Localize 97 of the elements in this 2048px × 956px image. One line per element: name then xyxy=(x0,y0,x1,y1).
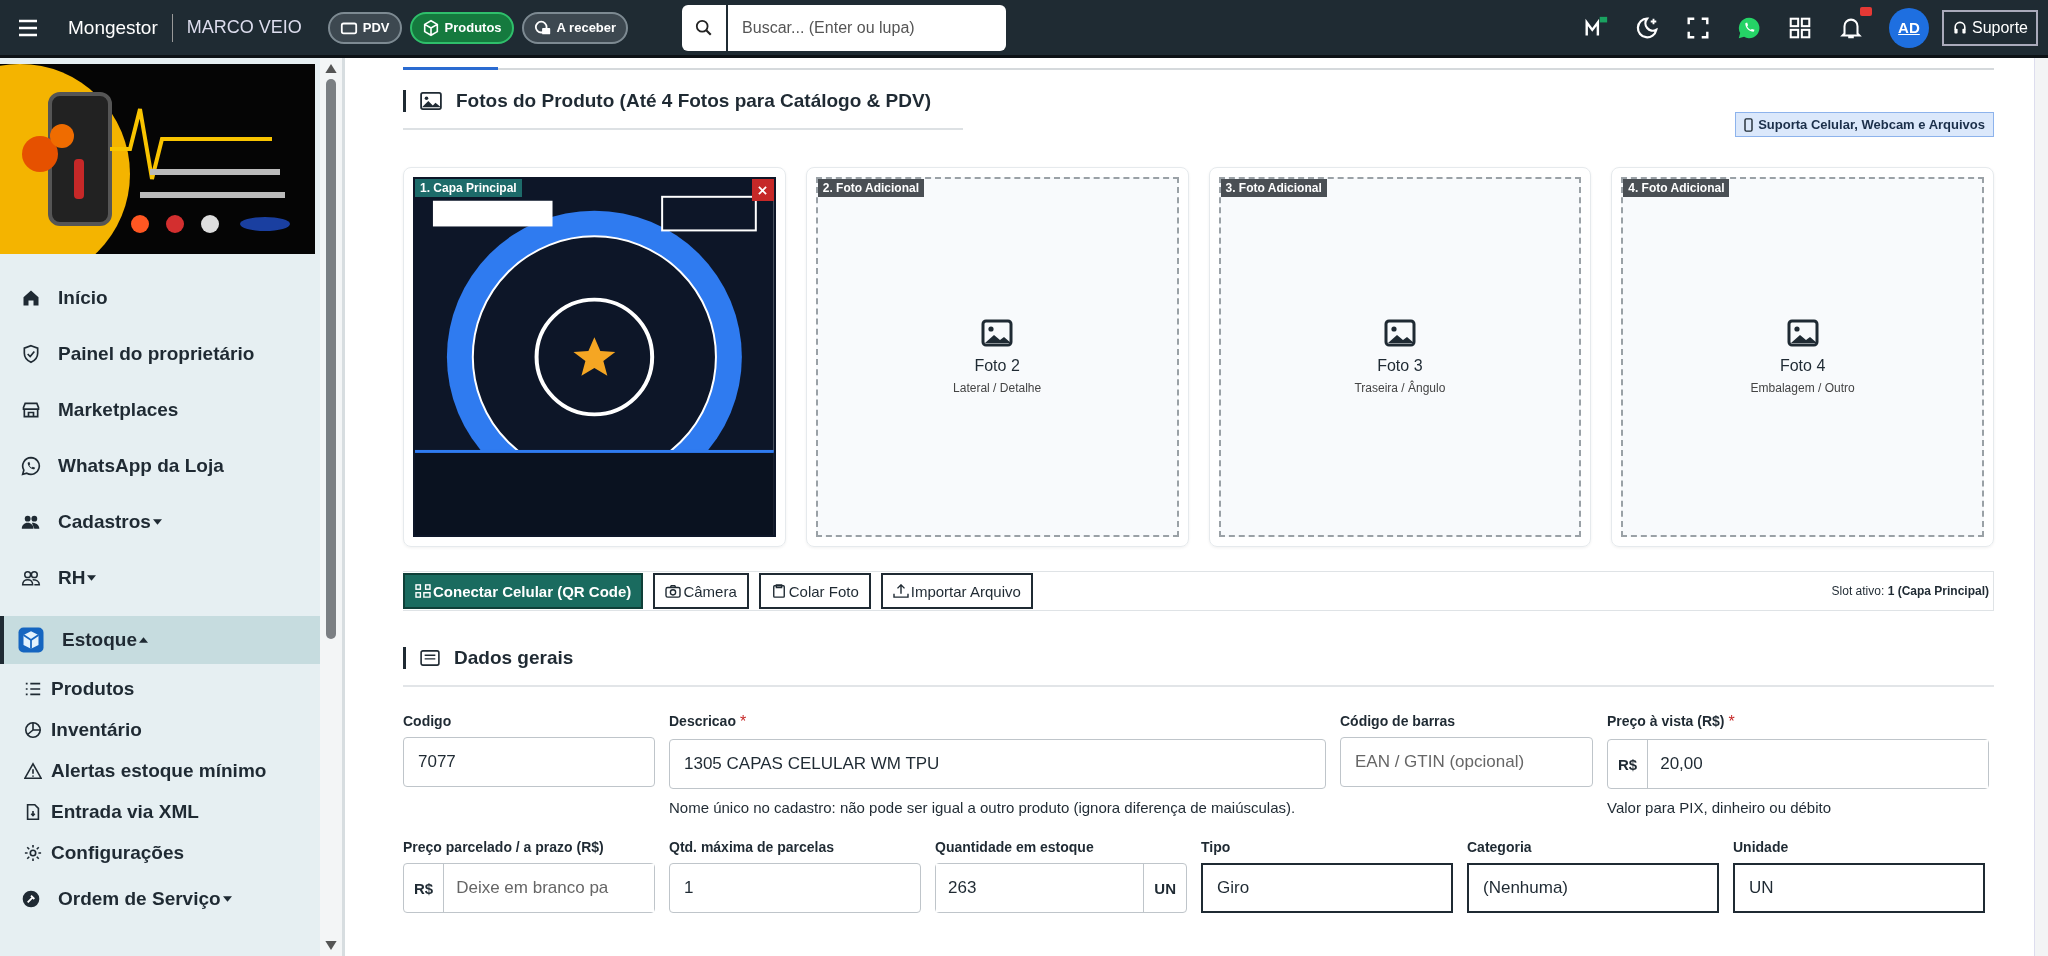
field-label: Preço à vista (R$) xyxy=(1607,713,1725,729)
user-avatar[interactable]: AD xyxy=(1888,7,1929,48)
brand-name: Mongestor xyxy=(68,16,158,39)
phone-icon xyxy=(1744,117,1754,132)
slot-label: 3. Foto Adicional xyxy=(1220,179,1327,197)
photo-action-button[interactable]: Conectar Celular (QR Code) xyxy=(403,573,644,609)
photo-action-button[interactable]: Importar Arquivo xyxy=(880,573,1033,609)
slot-label: 4. Foto Adicional xyxy=(1623,179,1730,197)
store-name: MARCO VEIO xyxy=(186,17,302,38)
card-icon xyxy=(420,650,440,666)
photo-slot[interactable]: Foto 2 Lateral / Detalhe 2. Foto Adicional xyxy=(805,167,1189,547)
field-label: Quantidade em estoque xyxy=(935,839,1094,855)
select-field[interactable]: UN xyxy=(1733,863,1985,913)
field-label: Qtd. máxima de parcelas xyxy=(669,839,834,855)
sidebar-subitem[interactable]: Inventário xyxy=(0,709,320,750)
input-field[interactable]: 1305 CAPAS CELULAR WM TPU xyxy=(669,739,1326,789)
input-group[interactable]: R$ Deixe em branco pa xyxy=(403,863,655,913)
unit-suffix: UN xyxy=(1143,864,1186,912)
box-icon xyxy=(16,625,46,655)
sidebar-item[interactable]: Ordem de Serviço xyxy=(0,873,320,925)
select-field[interactable]: (Nenhuma) xyxy=(1467,863,1719,913)
active-slot-status: Slot ativo: 1 (Capa Principal) xyxy=(1831,584,1989,598)
chart-icon xyxy=(24,720,42,739)
input-field[interactable]: 1 xyxy=(669,863,921,913)
upload-icon xyxy=(892,584,909,598)
sidebar-item[interactable]: Estoque xyxy=(0,616,320,664)
sidebar-scrollbar[interactable] xyxy=(320,58,342,956)
input-field[interactable]: 7077 xyxy=(403,737,655,787)
field-label: Categoria xyxy=(1467,839,1532,855)
sidebar-subitem[interactable]: Produtos xyxy=(0,668,320,709)
sidebar-item[interactable]: RH xyxy=(0,552,320,604)
clipboard-icon xyxy=(770,584,787,598)
cash-icon xyxy=(533,18,552,37)
input-group[interactable]: 263 UN xyxy=(935,863,1187,913)
select-field[interactable]: Giro xyxy=(1201,863,1453,913)
headset-icon xyxy=(1951,19,1968,36)
nav-pill[interactable]: PDV xyxy=(327,11,402,44)
scroll-thumb[interactable] xyxy=(326,79,336,639)
sidebar-subitem[interactable]: Configurações xyxy=(0,832,320,873)
image-icon xyxy=(1383,319,1416,347)
sidebar-subitem[interactable]: Entrada via XML xyxy=(0,791,320,832)
camera-icon xyxy=(665,584,682,598)
photo-subtitle: Traseira / Ângulo xyxy=(1354,381,1446,395)
photo-title: Foto 3 xyxy=(1377,357,1423,375)
file-icon xyxy=(24,802,42,821)
image-icon xyxy=(1786,319,1819,347)
photo-slot[interactable]: Foto 4 Embalagem / Outro 4. Foto Adicional xyxy=(1611,167,1994,547)
help-text: Valor para PIX, dinheiro ou débito xyxy=(1607,798,1833,818)
photo-title: Foto 2 xyxy=(974,357,1020,375)
nav-pill[interactable]: A receber xyxy=(521,11,629,44)
input-field[interactable]: EAN / GTIN (opcional) xyxy=(1340,737,1593,787)
box-icon xyxy=(421,18,440,37)
field-label: Preço parcelado / a prazo (R$) xyxy=(403,839,604,855)
support-badge: Suporta Celular, Webcam e Arquivos xyxy=(1735,112,1994,137)
field-label: Tipo xyxy=(1201,839,1231,855)
image-icon xyxy=(420,92,442,110)
slot-label: 1. Capa Principal xyxy=(415,179,522,197)
field-label: Codigo xyxy=(403,713,452,729)
help-text: Nome único no cadastro: não pode ser igual a outro produto (ignora diferença de maiúsculas). xyxy=(669,798,1297,818)
warning-icon xyxy=(24,761,42,780)
scroll-down-icon[interactable] xyxy=(325,941,337,950)
whatsapp-icon xyxy=(20,455,42,477)
photo-slot[interactable]: Foto 3 Traseira / Ângulo 3. Foto Adicional xyxy=(1208,167,1592,547)
wrench-icon xyxy=(20,888,42,910)
photo-subtitle: Embalagem / Outro xyxy=(1750,381,1855,395)
required-mark: * xyxy=(1728,713,1735,731)
nav-pill[interactable]: Produtos xyxy=(409,11,514,44)
slot-label: 2. Foto Adicional xyxy=(817,179,924,197)
photo-title: Foto 4 xyxy=(1779,357,1826,375)
search-icon xyxy=(695,18,714,37)
image-icon xyxy=(981,319,1014,347)
photo-subtitle: Lateral / Detalhe xyxy=(953,381,1042,395)
sidebar-item[interactable]: Início xyxy=(0,272,320,324)
photo-action-button[interactable]: Câmera xyxy=(653,573,749,609)
required-mark: * xyxy=(739,713,747,731)
sidebar-item[interactable]: WhatsApp da Loja xyxy=(0,440,320,492)
photo-slot[interactable]: 1. Capa Principal xyxy=(403,167,786,547)
search-button[interactable] xyxy=(682,4,729,51)
section-title: Dados gerais xyxy=(454,647,574,669)
sidebar-subitem[interactable]: Alertas estoque mínimo xyxy=(0,750,320,791)
remove-photo-button[interactable] xyxy=(751,179,774,201)
sidebar-item[interactable]: Marketplaces xyxy=(0,384,320,436)
sidebar-item[interactable]: Painel do proprietário xyxy=(0,328,320,380)
input-group[interactable]: R$ 20,00 xyxy=(1607,739,1989,789)
gear-icon xyxy=(24,843,42,862)
qr-code-icon xyxy=(415,584,431,598)
search-field[interactable]: Buscar... (Enter ou lupa) xyxy=(728,4,1007,51)
support-button[interactable]: Suporte xyxy=(1941,9,2038,46)
photo-action-button[interactable]: Colar Foto xyxy=(758,573,871,609)
section-title: Fotos do Produto (Até 4 Fotos para Catálogo & PDV) xyxy=(456,90,931,112)
field-label: Código de barras xyxy=(1340,713,1456,729)
close-icon xyxy=(758,185,768,195)
field-label: Unidade xyxy=(1733,839,1789,855)
field-label: Descricao xyxy=(669,713,736,729)
sidebar-item[interactable]: Cadastros xyxy=(0,496,320,548)
page-scrollbar[interactable] xyxy=(2034,58,2048,956)
scroll-up-icon[interactable] xyxy=(325,64,337,73)
